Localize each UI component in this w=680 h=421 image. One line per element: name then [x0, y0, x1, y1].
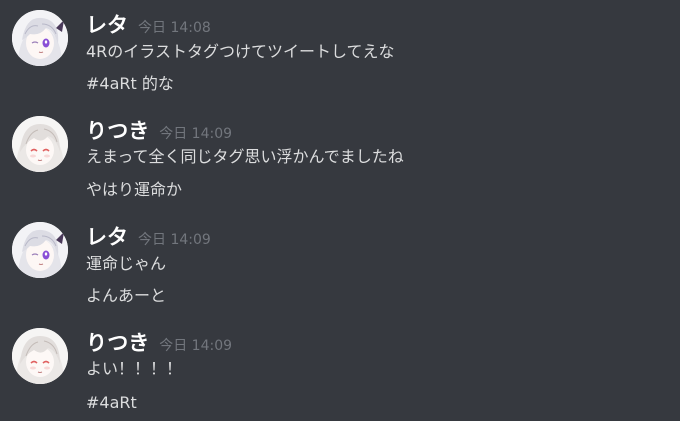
message-text: よんあーと: [86, 286, 167, 305]
message-header: レタ 今日 14:08: [86, 10, 211, 40]
username[interactable]: りつき: [86, 116, 149, 146]
message-text: #4aRt: [86, 393, 137, 412]
avatar[interactable]: [12, 222, 68, 278]
message-text: #4aRt 的な: [86, 74, 174, 93]
avatar[interactable]: [12, 10, 68, 66]
message-text: えまって全く同じタグ思い浮かんでましたね: [86, 147, 404, 166]
message-text: やはり運命か: [86, 180, 183, 199]
timestamp: 今日 14:08: [138, 20, 211, 36]
chat-message-list: レタ 今日 14:08 4Rのイラストタグつけてツイートしてえな #4aRt 的…: [0, 0, 680, 421]
avatar[interactable]: [12, 116, 68, 172]
message-text: よい！！！！: [86, 359, 183, 378]
message-text: 運命じゃん: [86, 254, 167, 273]
username[interactable]: りつき: [86, 328, 149, 358]
avatar[interactable]: [12, 328, 68, 384]
message-header: レタ 今日 14:09: [86, 222, 211, 252]
message-header: りつき 今日 14:09: [86, 328, 232, 358]
timestamp: 今日 14:09: [138, 232, 211, 248]
username[interactable]: レタ: [86, 10, 128, 40]
message-text: 4Rのイラストタグつけてツイートしてえな: [86, 42, 395, 61]
message-header: りつき 今日 14:09: [86, 116, 232, 146]
username[interactable]: レタ: [86, 222, 128, 252]
